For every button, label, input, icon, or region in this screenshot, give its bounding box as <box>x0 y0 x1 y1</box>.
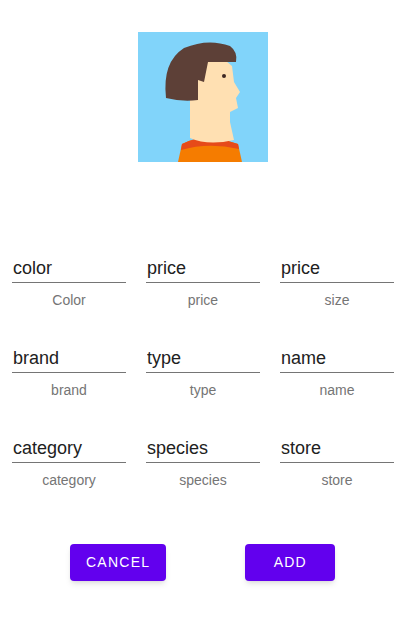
text-input[interactable] <box>146 435 260 463</box>
field-label: price <box>146 291 260 309</box>
text-input[interactable] <box>280 435 394 463</box>
avatar-icon[interactable] <box>138 32 268 162</box>
add-button[interactable]: ADD <box>245 544 335 581</box>
form-field: store <box>280 435 394 489</box>
text-input[interactable] <box>280 255 394 283</box>
field-label: store <box>280 471 394 489</box>
form-field: type <box>146 345 260 399</box>
field-label: species <box>146 471 260 489</box>
text-input[interactable] <box>146 255 260 283</box>
cancel-button[interactable]: CANCEL <box>70 544 166 581</box>
field-label: brand <box>12 381 126 399</box>
field-label: size <box>280 291 394 309</box>
form-field: name <box>280 345 394 399</box>
form-field: species <box>146 435 260 489</box>
field-label: category <box>12 471 126 489</box>
form-field: category <box>12 435 126 489</box>
text-input[interactable] <box>280 345 394 373</box>
form-field: Color <box>12 255 126 309</box>
field-label: name <box>280 381 394 399</box>
text-input[interactable] <box>12 345 126 373</box>
field-label: type <box>146 381 260 399</box>
form-field: price <box>146 255 260 309</box>
text-input[interactable] <box>12 435 126 463</box>
form-field: size <box>280 255 394 309</box>
text-input[interactable] <box>12 255 126 283</box>
field-label: Color <box>12 291 126 309</box>
form-field: brand <box>12 345 126 399</box>
text-input[interactable] <box>146 345 260 373</box>
